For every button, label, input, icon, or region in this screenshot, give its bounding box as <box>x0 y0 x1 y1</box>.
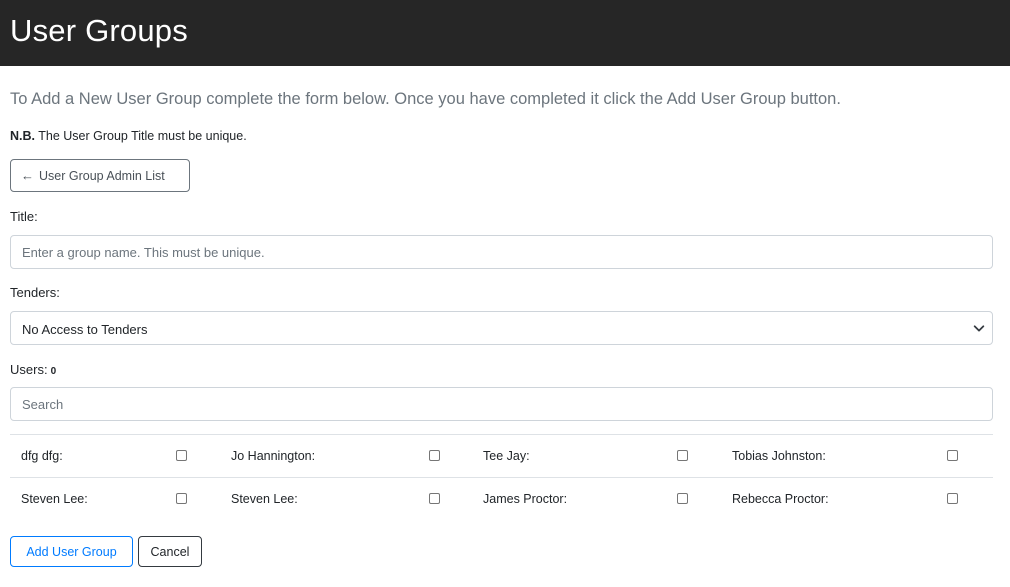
user-name: Tobias Johnston: <box>732 449 826 463</box>
user-name: Steven Lee: <box>231 492 298 506</box>
users-label-text: Users: <box>10 362 48 377</box>
users-count: 0 <box>50 366 57 377</box>
user-checkbox[interactable] <box>677 493 688 504</box>
unique-note: N.B. The User Group Title must be unique… <box>10 129 247 143</box>
note-text: The User Group Title must be unique. <box>35 129 247 143</box>
chevron-down-icon <box>973 325 985 332</box>
table-row: Steven Lee: Steven Lee: James Proctor: R… <box>10 478 993 521</box>
note-bold: N.B. <box>10 129 35 143</box>
user-name: Rebecca Proctor: <box>732 492 829 506</box>
tenders-label: Tenders: <box>10 285 60 300</box>
arrow-left-icon: ← <box>21 168 34 183</box>
user-name: Jo Hannington: <box>231 449 316 463</box>
user-name: dfg dfg: <box>21 449 63 463</box>
page-title: User Groups <box>10 13 188 48</box>
user-checkbox[interactable] <box>429 493 440 504</box>
user-checkbox[interactable] <box>176 450 187 461</box>
user-name: Tee Jay: <box>483 449 530 463</box>
add-user-group-button[interactable]: Add User Group <box>10 536 133 567</box>
user-checkbox[interactable] <box>947 493 958 504</box>
user-checkbox[interactable] <box>429 450 440 461</box>
user-group-admin-list-button[interactable]: ← User Group Admin List <box>10 159 190 192</box>
title-label: Title: <box>10 209 38 224</box>
cancel-button[interactable]: Cancel <box>138 536 202 567</box>
tenders-selected-value: No Access to Tenders <box>22 322 148 337</box>
users-search-input[interactable] <box>10 387 993 421</box>
intro-text: To Add a New User Group complete the for… <box>10 90 841 108</box>
user-checkbox[interactable] <box>176 493 187 504</box>
back-button-label: User Group Admin List <box>39 168 165 183</box>
user-checkbox[interactable] <box>947 450 958 461</box>
user-checkbox[interactable] <box>677 450 688 461</box>
users-table: dfg dfg: Jo Hannington: Tee Jay: Tobias … <box>10 434 993 521</box>
tenders-select[interactable]: No Access to Tenders <box>10 311 993 345</box>
page-header: User Groups <box>0 0 1010 66</box>
table-row: dfg dfg: Jo Hannington: Tee Jay: Tobias … <box>10 435 993 478</box>
users-label: Users: 0 <box>10 362 56 377</box>
user-name: James Proctor: <box>483 492 568 506</box>
title-input[interactable] <box>10 235 993 269</box>
user-name: Steven Lee: <box>21 492 88 506</box>
